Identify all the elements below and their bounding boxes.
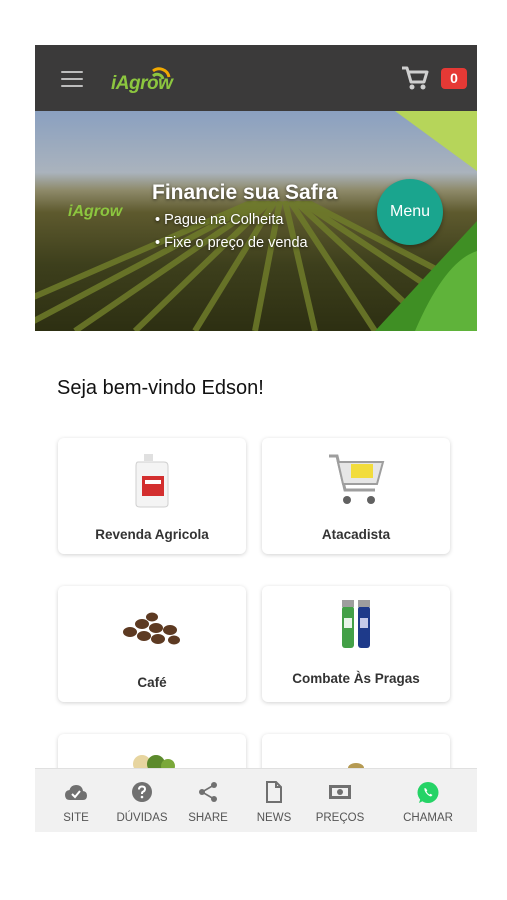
banner-logo: iAgrow [68, 203, 123, 220]
nav-label: NEWS [256, 812, 292, 824]
coffee-beans-icon [123, 612, 180, 645]
banner-bullet-1: • Pague na Colheita [155, 212, 284, 228]
nav-label: SHARE [188, 812, 228, 824]
cart-count-badge[interactable]: 0 [441, 68, 467, 89]
category-label: Revenda Agricola [95, 527, 209, 542]
menu-button[interactable]: Menu [377, 179, 443, 245]
banner-bullet-2: • Fixe o preço de venda [155, 235, 308, 251]
whatsapp-icon [417, 782, 439, 803]
category-label: Café [137, 675, 167, 690]
category-card-revenda[interactable]: Revenda Agricola [58, 438, 246, 554]
category-label: Atacadista [321, 527, 391, 542]
nav-label: DÚVIDAS [116, 812, 168, 824]
cart-icon[interactable] [401, 65, 429, 91]
bottom-navigation: SITE DÚVIDAS SHARE NEWS PREÇOS CHAMAR [35, 768, 477, 832]
nav-chamar[interactable]: CHAMAR [395, 769, 461, 832]
nav-duvidas[interactable]: DÚVIDAS [109, 769, 175, 832]
hamburger-menu-icon[interactable] [61, 71, 83, 87]
nav-label: PREÇOS [315, 812, 365, 824]
category-card-cafe[interactable]: Café [58, 586, 246, 702]
pesticide-cans-icon [342, 600, 370, 648]
money-icon [329, 785, 351, 799]
nav-site[interactable]: SITE [43, 769, 109, 832]
share-icon [199, 782, 217, 802]
nav-share[interactable]: SHARE [175, 769, 241, 832]
welcome-message: Seja bem-vindo Edson! [57, 377, 264, 399]
category-label: Combate Às Pragas [292, 671, 420, 686]
document-icon [266, 781, 282, 803]
help-icon [132, 782, 152, 802]
shopping-cart-icon [329, 454, 385, 504]
nav-label: CHAMAR [403, 812, 453, 824]
cloud-check-icon [65, 785, 87, 800]
nav-precos[interactable]: PREÇOS [307, 769, 373, 832]
app-bar: iAgrow 0 [35, 45, 477, 111]
app-screen: iAgrow 0 Menu Financie sua Safra • Pague… [35, 45, 477, 832]
banner-title: Financie sua Safra [152, 181, 338, 204]
category-card-atacadista[interactable]: Atacadista [262, 438, 450, 554]
promo-banner[interactable]: Menu Financie sua Safra • Pague na Colhe… [35, 111, 477, 331]
jerrycan-icon [135, 454, 169, 508]
wifi-arc-icon [151, 67, 171, 80]
nav-label: SITE [63, 812, 89, 824]
nav-news[interactable]: NEWS [241, 769, 307, 832]
category-card-pragas[interactable]: Combate Às Pragas [262, 586, 450, 702]
